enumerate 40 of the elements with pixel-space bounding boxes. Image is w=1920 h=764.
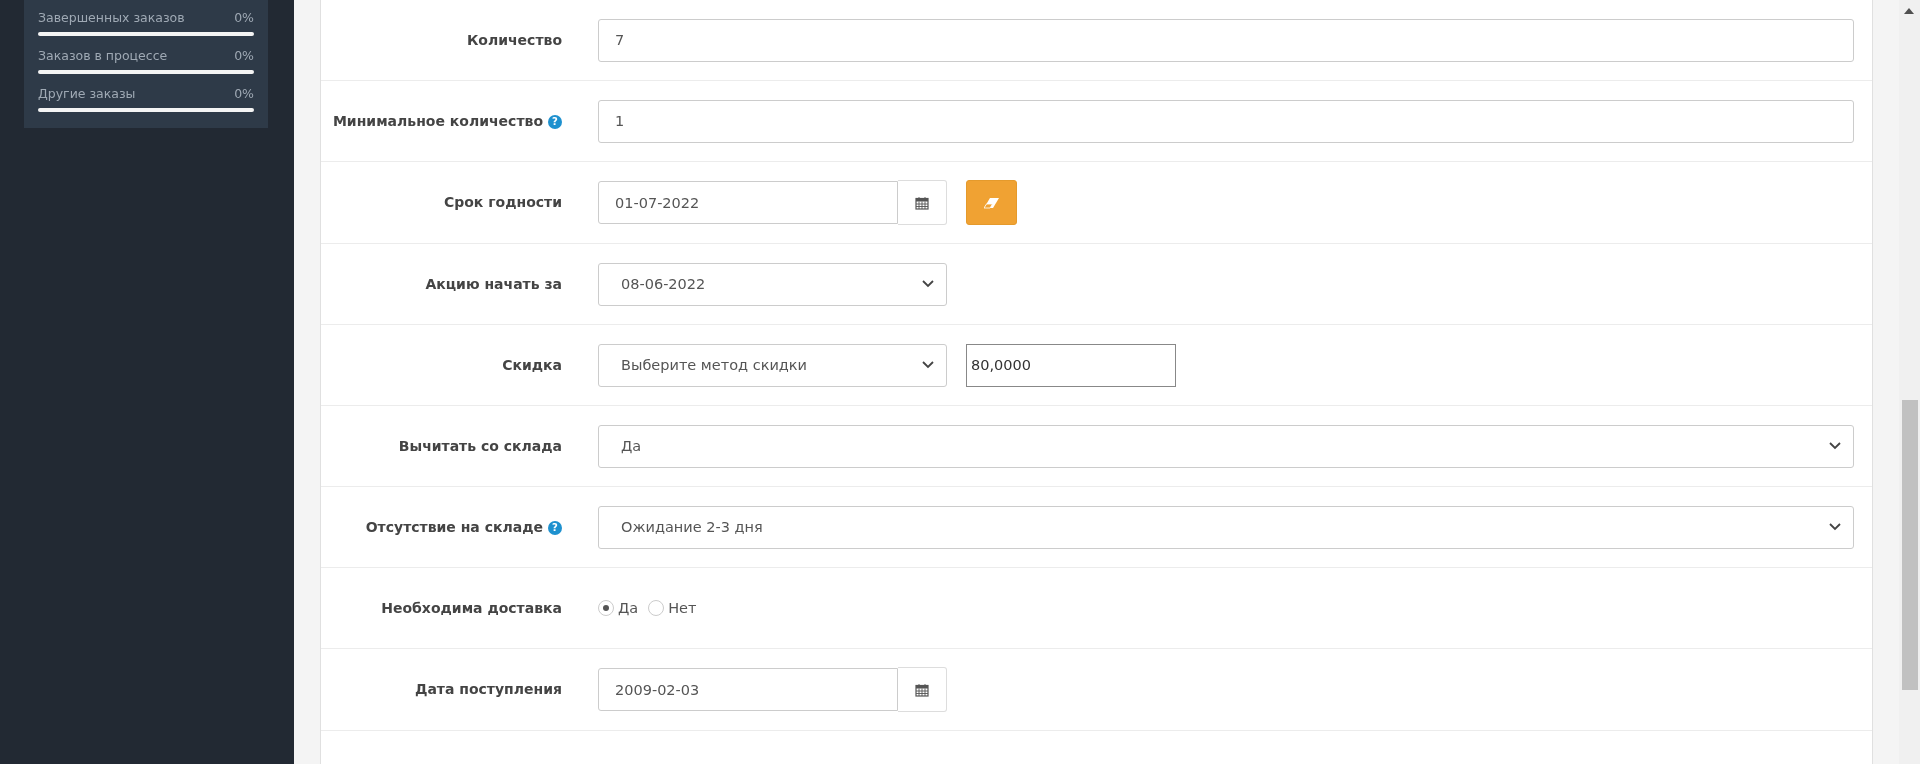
calendar-button[interactable] — [898, 180, 947, 225]
date-input[interactable]: 01-07-2022 — [598, 181, 898, 224]
calendar-icon — [915, 195, 929, 210]
text-input[interactable]: 1 — [598, 99, 1854, 143]
field-label: Дата поступления — [414, 680, 562, 699]
scroll-up-icon[interactable] — [1904, 8, 1914, 14]
select-field[interactable]: Выберите метод скидки — [598, 343, 947, 387]
stat-value: 0% — [234, 48, 254, 63]
select-field[interactable]: Да — [598, 424, 1854, 468]
text-input[interactable]: 7 — [598, 18, 1854, 62]
stat-label: Заказов в процессе — [38, 48, 168, 63]
field-label: Вычитать со склада — [398, 436, 562, 456]
chevron-down-icon — [1829, 523, 1841, 531]
field-label: Срок годности — [443, 193, 562, 212]
eraser-icon — [983, 196, 1000, 209]
scrollbar[interactable] — [1899, 0, 1920, 764]
chevron-down-icon — [922, 361, 934, 369]
chevron-down-icon — [1829, 442, 1841, 450]
discount-input[interactable]: 80,0000 — [966, 343, 1176, 387]
field-label: Количество — [466, 30, 562, 50]
chevron-down-icon — [922, 280, 934, 288]
radio-option[interactable]: Нет — [648, 600, 697, 616]
date-input[interactable]: 2009-02-03 — [598, 668, 898, 711]
scrollbar-thumb[interactable] — [1902, 400, 1918, 690]
help-icon[interactable]: ? — [548, 114, 562, 129]
select-field[interactable]: Ожидание 2-3 дня — [598, 505, 1854, 549]
stat-value: 0% — [234, 86, 254, 101]
field-label: Необходима доставка — [381, 598, 562, 618]
stat-label: Завершенных заказов — [38, 10, 185, 25]
calendar-button[interactable] — [898, 667, 947, 712]
stat-label: Другие заказы — [38, 86, 136, 101]
field-label: Акцию начать за — [425, 274, 562, 294]
calendar-icon — [915, 682, 929, 697]
help-icon[interactable]: ? — [548, 520, 562, 535]
field-label: Скидка — [502, 355, 562, 375]
select-field[interactable]: 08-06-2022 — [598, 262, 947, 306]
radio-option[interactable]: Да — [598, 600, 639, 616]
field-label: Минимальное количество — [332, 111, 543, 131]
stat-value: 0% — [234, 10, 254, 25]
field-label: Отсутствие на складе — [365, 517, 543, 537]
